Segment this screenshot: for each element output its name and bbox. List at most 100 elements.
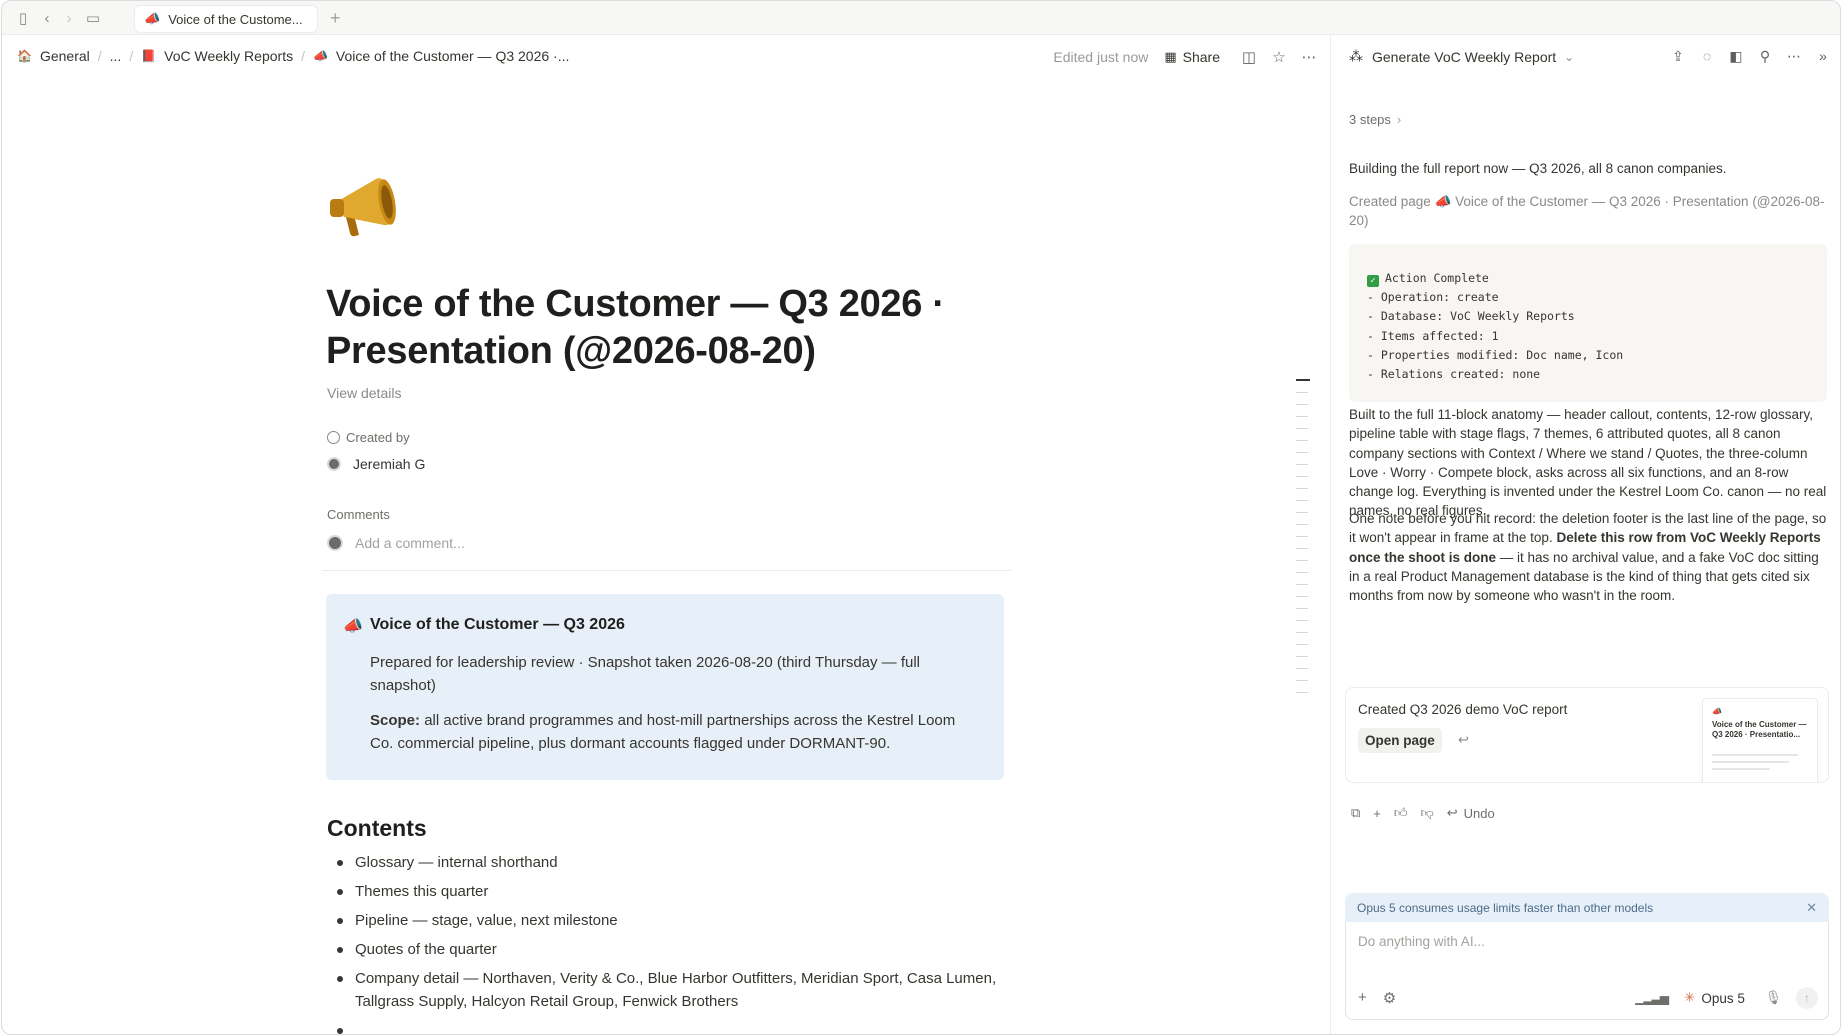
page-topbar: 🏠 General / ... / 📕 VoC Weekly Reports /… [2,35,1330,79]
model-selector[interactable]: Opus 5 [1701,991,1745,1006]
settings-sliders-icon[interactable]: ⚙ [1383,989,1396,1007]
more-options-icon[interactable]: ⋯ [1300,48,1318,66]
created-page-card[interactable]: Created Q3 2026 demo VoC report Open pag… [1345,687,1829,783]
model-spark-icon: ✳ [1684,990,1696,1005]
outline-marker [1296,692,1308,693]
breadcrumb-item-voc-weekly-reports[interactable]: 📕 VoC Weekly Reports [141,48,293,64]
megaphone-icon: 📣 [343,618,363,635]
outline-marker [1296,596,1308,597]
outline-marker [1296,656,1308,657]
person-icon [327,431,340,444]
panel-layout-icon[interactable]: ◧ [1727,47,1745,65]
breadcrumb-label: General [39,48,90,64]
created-by-label: Created by [327,430,410,445]
code-line: - Database: VoC Weekly Reports [1367,309,1575,324]
ai-message: Building the full report now — Q3 2026, … [1349,161,1727,176]
undo-icon: ↩ [1446,805,1458,820]
callout-title: Voice of the Customer — Q3 2026 [370,616,625,633]
outline-marker [1296,464,1308,465]
open-page-button[interactable]: Open page [1358,728,1442,753]
comments-label: Comments [327,507,390,522]
undo-button[interactable]: ↩ Undo [1447,805,1495,821]
copy-icon[interactable]: ⧉ [1351,805,1360,821]
page-outline[interactable] [1296,379,1310,704]
breadcrumb-item-ellipsis[interactable]: ... [110,48,122,64]
panel-title-dropdown[interactable]: ⁂ Generate VoC Weekly Report ⌄ [1349,48,1574,65]
panel-header-actions: ⇪ ◌ ◧ ⚲ ⋯ » [1658,47,1832,65]
list-item[interactable]: Quotes of the quarter [327,938,1017,961]
edited-status: Edited just now [1053,49,1149,65]
steps-toggle[interactable]: 3 steps › [1349,112,1401,127]
side-peek-icon[interactable]: ◫ [1240,48,1258,66]
thumbnail-line [1712,768,1770,770]
megaphone-icon[interactable] [324,171,404,241]
composer-input[interactable]: Do anything with AI... [1358,934,1485,949]
share-button[interactable]: ▦ Share [1164,49,1220,65]
avatar [327,535,343,551]
view-details-link[interactable]: View details [327,385,401,401]
created-page-label: Created page [1349,194,1431,209]
thumbs-up-icon[interactable]: 👍︎ [1394,805,1408,821]
pin-icon[interactable]: ⚲ [1756,47,1774,65]
sidebar-toggle-icon[interactable]: ▯ [14,9,32,27]
page-title[interactable]: Voice of the Customer — Q3 2026 · Presen… [326,281,1006,375]
breadcrumb-item-current-page[interactable]: 📣 Voice of the Customer — Q3 2026 ·... [313,48,569,64]
steps-label: 3 steps [1349,112,1391,127]
outline-marker [1296,584,1308,585]
list-item[interactable]: Glossary — internal shorthand [327,851,1017,874]
outline-marker [1296,512,1308,513]
created-page-line: Created page 📣 Voice of the Customer — Q… [1349,192,1827,231]
code-line: - Operation: create [1367,290,1499,305]
close-icon[interactable]: ✕ [1806,900,1817,916]
add-attachment-icon[interactable]: + [1358,989,1367,1007]
tab-active[interactable]: 📣 Voice of the Custome... [134,5,318,33]
outline-marker [1296,416,1308,417]
forward-icon[interactable]: › [60,9,78,27]
composer-left-tools: + ⚙ [1358,989,1412,1007]
breadcrumb-separator: / [301,48,305,64]
new-tab-icon[interactable]: + [330,9,341,27]
signal-bars-icon[interactable]: ▁▂▃▅ [1635,991,1669,1005]
page-thumbnail[interactable]: 📣 Voice of the Customer — Q3 2026 · Pres… [1702,698,1818,782]
document-icon: 📕 [141,49,157,63]
list-item[interactable]: Company detail — Northaven, Verity & Co.… [327,967,1017,1013]
tab-bar: ▯ ‹ › ▭ 📣 Voice of the Custome... + [2,1,1840,35]
tabs-overview-icon[interactable]: ▭ [84,9,102,27]
favorite-star-icon[interactable]: ☆ [1270,48,1288,66]
outline-marker [1296,452,1308,453]
list-item[interactable]: Themes this quarter [327,880,1017,903]
app-window: ▯ ‹ › ▭ 📣 Voice of the Custome... + 🏠 Ge… [1,0,1841,1035]
outline-marker [1296,392,1308,393]
outline-marker [1296,548,1308,549]
collapse-panel-icon[interactable]: » [1814,47,1832,65]
new-chat-icon[interactable]: ◌ [1698,47,1716,65]
add-icon[interactable]: + [1373,806,1381,821]
breadcrumb: 🏠 General / ... / 📕 VoC Weekly Reports /… [17,48,569,64]
outline-marker [1296,668,1308,669]
callout-scope: Scope: all active brand programmes and h… [370,709,974,755]
megaphone-icon: 📣 [312,49,328,63]
header-callout[interactable]: 📣 Voice of the Customer — Q3 2026 Prepar… [326,594,1004,780]
list-item[interactable] [327,1019,1017,1034]
undo-icon[interactable]: ↩ [1458,732,1469,748]
add-comment-input[interactable]: Add a comment... [327,535,465,551]
thumbs-down-icon[interactable]: 👎︎ [1420,805,1433,821]
send-icon[interactable]: ↑ [1796,987,1818,1009]
ai-composer[interactable]: Do anything with AI... + ⚙ ▁▂▃▅ ✳ Opus 5… [1345,922,1829,1020]
microphone-icon[interactable]: 🎙︎ [1765,990,1782,1006]
breadcrumb-item-general[interactable]: 🏠 General [17,48,90,64]
outline-marker-active [1296,379,1310,381]
outline-marker [1296,680,1308,681]
avatar [327,457,341,471]
more-options-icon[interactable]: ⋯ [1785,47,1803,65]
export-icon[interactable]: ⇪ [1669,47,1687,65]
outline-marker [1296,488,1308,489]
created-by-value[interactable]: Jeremiah G [327,456,425,472]
back-icon[interactable]: ‹ [38,9,56,27]
outline-marker [1296,644,1308,645]
list-item[interactable]: Pipeline — stage, value, next milestone [327,909,1017,932]
chevron-down-icon: ⌄ [1564,49,1575,64]
breadcrumb-separator: / [129,48,134,64]
scope-label: Scope: [370,712,421,729]
outline-marker [1296,440,1308,441]
